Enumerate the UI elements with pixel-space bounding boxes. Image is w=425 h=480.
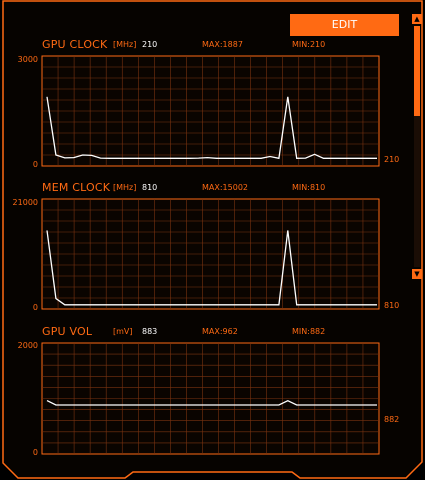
gpu-vol-chart <box>41 342 380 455</box>
gpu-clock-chart <box>41 55 380 167</box>
mem-clock-chart <box>41 198 380 310</box>
charts-canvas <box>41 55 380 455</box>
